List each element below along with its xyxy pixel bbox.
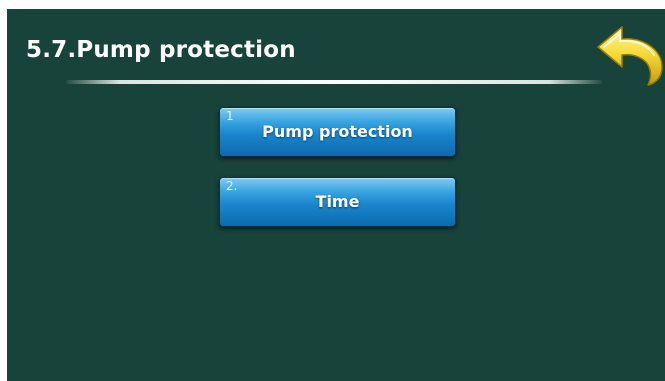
back-button[interactable] [596,23,665,87]
item-number: 2. [226,179,238,193]
back-arrow-icon [597,26,663,86]
item-number: 1 [226,109,234,123]
time-button[interactable]: 2. Time [219,177,456,227]
button-label: Time [315,192,360,211]
pump-protection-button[interactable]: 1 Pump protection [219,107,456,157]
screen: 5.7.Pump protection 1 Pump protection 2.… [0,0,665,381]
button-label: Pump protection [262,122,413,141]
page-title: 5.7.Pump protection [26,37,296,63]
title-divider [66,80,602,84]
